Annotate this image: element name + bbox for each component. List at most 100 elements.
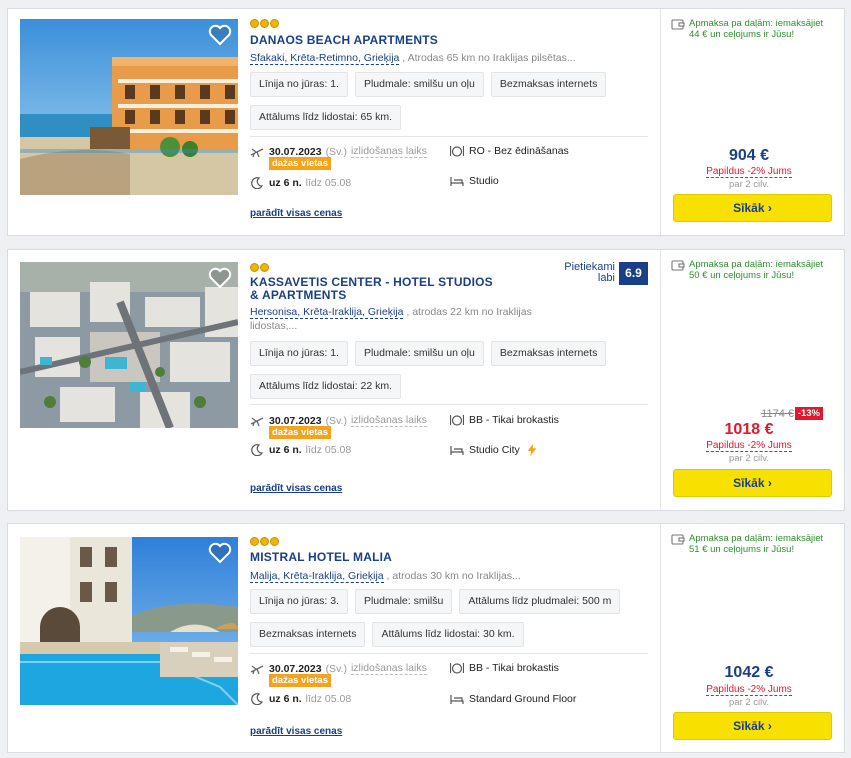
star-icon bbox=[250, 19, 259, 28]
wallet-icon bbox=[671, 260, 685, 271]
weekday: (Sv.) bbox=[325, 414, 347, 427]
departure-time-link[interactable]: izlidošanas laiks bbox=[350, 414, 427, 427]
nights: uz 6 n. bbox=[269, 693, 302, 705]
feature-tags: Līnija no jūras: 1. Pludmale: smilšu un … bbox=[250, 341, 648, 399]
hotel-location: Hersonisa, Krēta-Iraklija, Grieķija , at… bbox=[250, 306, 532, 332]
hotel-location: Sfakaki, Krēta-Retimno, Grieķija , Atrod… bbox=[250, 52, 576, 65]
feature-tag: Pludmale: smilšu un oļu bbox=[354, 72, 484, 97]
extra-discount: Papildus -2% Jums bbox=[706, 166, 792, 178]
show-all-prices-link[interactable]: parādīt visas cenas bbox=[250, 726, 342, 737]
feature-tag: Bezmaksas internets bbox=[490, 72, 607, 97]
heart-icon[interactable] bbox=[208, 542, 232, 564]
plane-icon bbox=[250, 416, 264, 426]
per-persons: par 2 cilv. bbox=[729, 179, 769, 190]
board-type: BB - Tikai brokastis bbox=[469, 662, 559, 674]
hotel-name[interactable]: MISTRAL HOTEL MALIA bbox=[250, 551, 392, 564]
divider bbox=[250, 404, 648, 405]
feature-tag: Bezmaksas internets bbox=[490, 341, 607, 366]
feature-tags: Līnija no jūras: 1. Pludmale: smilšu un … bbox=[250, 72, 648, 130]
bed-icon bbox=[450, 177, 464, 186]
hotel-photo[interactable] bbox=[20, 262, 238, 428]
show-all-prices-link[interactable]: parādīt visas cenas bbox=[250, 483, 342, 494]
few-seats-badge: dažas vietas bbox=[269, 157, 331, 170]
extra-discount: Papildus -2% Jums bbox=[706, 440, 792, 452]
rating-score: 6.9 bbox=[619, 262, 648, 285]
feature-tag: Līnija no jūras: 3. bbox=[250, 589, 348, 614]
heart-icon[interactable] bbox=[208, 267, 232, 289]
details-button[interactable]: Sīkāk › bbox=[673, 194, 832, 222]
hotel-info: MISTRAL HOTEL MALIA Malija, Krēta-Irakli… bbox=[250, 524, 648, 754]
extra-discount: Papildus -2% Jums bbox=[706, 684, 792, 696]
weekday: (Sv.) bbox=[325, 145, 347, 158]
star-icon bbox=[260, 263, 269, 272]
per-persons: par 2 cilv. bbox=[729, 453, 769, 464]
room-row: Standard Ground Floor bbox=[450, 693, 576, 705]
details-button[interactable]: Sīkāk › bbox=[673, 469, 832, 497]
installment-note: Apmaksa pa daļām: iemaksājiet 50 € un ce… bbox=[671, 259, 836, 281]
feature-tag: Attālums līdz lidostai: 22 km. bbox=[250, 374, 402, 399]
nights: uz 6 n. bbox=[269, 177, 302, 189]
location-link[interactable]: Malija, Krēta-Iraklija, Grieķija bbox=[250, 570, 384, 583]
feature-tag: Bezmaksas internets bbox=[250, 622, 366, 647]
price: 1042 € bbox=[724, 664, 774, 681]
hotel-photo[interactable] bbox=[20, 537, 238, 705]
few-seats-badge: dažas vietas bbox=[269, 674, 331, 687]
plane-icon bbox=[250, 664, 264, 674]
moon-icon bbox=[251, 177, 264, 189]
star-rating bbox=[250, 537, 279, 546]
bed-icon bbox=[450, 695, 464, 704]
few-seats-badge: dažas vietas bbox=[269, 426, 331, 439]
cutlery-icon bbox=[450, 663, 464, 674]
board-type: RO - Bez ēdināšanas bbox=[469, 145, 569, 157]
departure-date: 30.07.2023 bbox=[269, 414, 322, 427]
feature-tag: Līnija no jūras: 1. bbox=[250, 72, 348, 97]
hotel-card: MISTRAL HOTEL MALIA Malija, Krēta-Irakli… bbox=[7, 523, 845, 753]
wallet-icon bbox=[671, 19, 685, 30]
feature-tag: Attālums līdz pludmalei: 500 m bbox=[459, 589, 621, 614]
price-panel: Apmaksa pa daļām: iemaksājiet 50 € un ce… bbox=[660, 250, 836, 510]
moon-icon bbox=[251, 444, 264, 456]
installment-note: Apmaksa pa daļām: iemaksājiet 44 € un ce… bbox=[671, 18, 836, 40]
nights-row: uz 6 n. līdz 05.08 bbox=[250, 693, 351, 705]
hotel-name[interactable]: KASSAVETIS CENTER - HOTEL STUDIOS & APAR… bbox=[250, 276, 500, 302]
location-link[interactable]: Sfakaki, Krēta-Retimno, Grieķija bbox=[250, 52, 400, 65]
board-row: RO - Bez ēdināšanas bbox=[450, 145, 569, 157]
room-type: Standard Ground Floor bbox=[469, 693, 577, 705]
star-icon bbox=[260, 537, 269, 546]
divider bbox=[250, 653, 648, 654]
hotel-location: Malija, Krēta-Iraklija, Grieķija , atrod… bbox=[250, 570, 521, 583]
room-type: Studio City bbox=[469, 444, 520, 456]
price: 904 € bbox=[728, 147, 770, 164]
divider bbox=[250, 136, 648, 137]
departure-time-link[interactable]: izlidošanas laiks bbox=[350, 662, 427, 675]
feature-tag: Līnija no jūras: 1. bbox=[250, 341, 348, 366]
feature-tag: Pludmale: smilšu bbox=[354, 589, 453, 614]
installment-note: Apmaksa pa daļām: iemaksājiet 51 € un ce… bbox=[671, 533, 836, 555]
star-rating bbox=[250, 263, 269, 272]
old-price: 1174 € bbox=[761, 408, 794, 420]
return-date: līdz 05.08 bbox=[305, 177, 352, 189]
departure-time-link[interactable]: izlidošanas laiks bbox=[350, 145, 427, 158]
show-all-prices-link[interactable]: parādīt visas cenas bbox=[250, 208, 342, 219]
return-date: līdz 05.08 bbox=[305, 444, 352, 456]
details-button[interactable]: Sīkāk › bbox=[673, 712, 832, 740]
star-icon bbox=[270, 19, 279, 28]
cutlery-icon bbox=[450, 415, 464, 426]
heart-icon[interactable] bbox=[208, 24, 232, 46]
hotel-photo[interactable] bbox=[20, 19, 238, 195]
star-rating bbox=[250, 19, 279, 28]
room-row: Studio bbox=[450, 175, 499, 187]
price-panel: Apmaksa pa daļām: iemaksājiet 44 € un ce… bbox=[660, 9, 836, 235]
feature-tags: Līnija no jūras: 3. Pludmale: smilšu Att… bbox=[250, 589, 648, 647]
nights: uz 6 n. bbox=[269, 444, 302, 456]
return-date: līdz 05.08 bbox=[305, 693, 352, 705]
hotel-name[interactable]: DANAOS BEACH APARTMENTS bbox=[250, 34, 438, 47]
board-type: BB - Tikai brokastis bbox=[469, 414, 559, 426]
location-link[interactable]: Hersonisa, Krēta-Iraklija, Grieķija bbox=[250, 306, 404, 319]
feature-tag: Pludmale: smilšu un oļu bbox=[354, 341, 484, 366]
hotel-info: DANAOS BEACH APARTMENTS Sfakaki, Krēta-R… bbox=[250, 9, 648, 237]
feature-tag: Attālums līdz lidostai: 30 km. bbox=[372, 622, 524, 647]
price: 1018 € bbox=[724, 421, 774, 438]
lightning-icon bbox=[527, 444, 537, 456]
room-type: Studio bbox=[469, 175, 499, 187]
